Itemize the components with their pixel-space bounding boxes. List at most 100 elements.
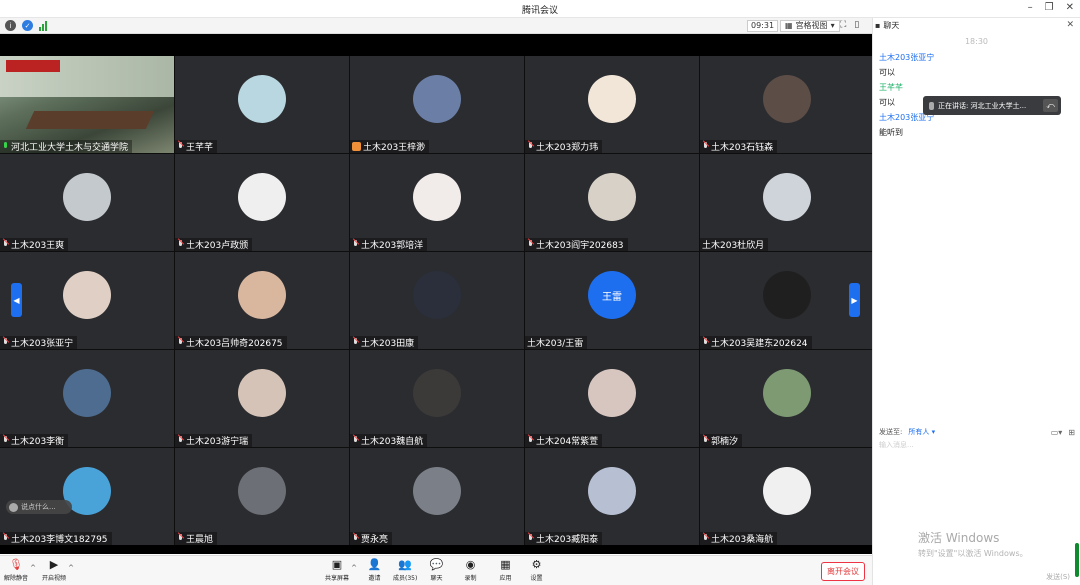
participant-tile[interactable]: 土木203石钰森 (700, 56, 874, 153)
members-button[interactable]: 👥 成员(35) (393, 558, 417, 582)
participant-name-tag: 土木203李博文182795 (0, 532, 112, 545)
prev-page-button[interactable]: ◀ (11, 283, 22, 317)
participant-tile[interactable]: 土木203臧阳泰 (525, 448, 699, 545)
scrollbar[interactable] (1075, 543, 1079, 577)
chevron-up-icon[interactable]: ^ (68, 564, 74, 572)
participant-name: 土木203阎宇202683 (536, 241, 624, 251)
participant-name: 土木203王爽 (11, 241, 65, 251)
fullscreen-icon[interactable]: ⛶ (840, 20, 846, 30)
screenshot-icon[interactable]: ⊞ (1068, 428, 1075, 437)
apps-button[interactable]: ▦ 应用 (499, 558, 512, 582)
participant-tile[interactable]: 王芊芊 (175, 56, 349, 153)
send-button[interactable]: 发送(S) (1046, 572, 1070, 582)
status-icons: i ✓ (5, 20, 50, 31)
chat-tools: ▭▾ ⊞ (1051, 428, 1075, 437)
info-icon[interactable]: i (5, 20, 16, 31)
unmute-button[interactable]: 🎙 解除静音 ^ (4, 558, 36, 582)
participant-name: 王晨旭 (186, 535, 214, 545)
avatar: 王雷 (588, 271, 636, 319)
participant-tile[interactable]: 土木203杜欣月 (700, 154, 874, 251)
quick-chat-bubble[interactable]: 说点什么... (6, 500, 72, 514)
members-label: 成员(35) (393, 575, 418, 582)
participant-tile[interactable]: 郭楠汐 (700, 350, 874, 447)
participant-grid: 河北工业大学土木与交通学院 王芊芊 土木203王梓渺 土木203郑力玮 土木203石钰森… (0, 56, 874, 545)
layout-icon[interactable]: ▯ (854, 20, 859, 30)
share-screen-icon: ▣ (331, 558, 343, 571)
leave-meeting-button[interactable]: 离开会议 (821, 562, 865, 581)
invite-button[interactable]: 👤 邀请 (368, 558, 382, 582)
file-icon[interactable]: ▭▾ (1051, 428, 1063, 437)
participant-tile[interactable]: 土木203田康 (350, 252, 524, 349)
chat-input[interactable]: 输入消息... (879, 440, 914, 450)
participant-tile[interactable]: 河北工业大学土木与交通学院 (0, 56, 174, 153)
participant-tile[interactable]: 土木203王梓渺 (350, 56, 524, 153)
restore-icon[interactable]: ❐ (1045, 2, 1054, 13)
collapse-icon[interactable]: ⤺ (1043, 99, 1058, 112)
mic-muted-icon (702, 436, 709, 445)
close-icon[interactable]: ✕ (1066, 20, 1074, 30)
shield-icon[interactable]: ✓ (22, 20, 33, 31)
mic-icon (2, 142, 9, 151)
participant-tile[interactable]: 土木203张亚宁 (0, 252, 174, 349)
participant-name-tag: 王晨旭 (175, 532, 218, 545)
participant-tile[interactable]: 土木203魏自航 (350, 350, 524, 447)
participant-tile[interactable]: 土木203桑海航 (700, 448, 874, 545)
participant-tile[interactable]: 土木203李衡 (0, 350, 174, 447)
avatar (588, 173, 636, 221)
participant-name: 土木203李衡 (11, 437, 65, 447)
participant-name-tag: 土木203桑海航 (700, 532, 778, 545)
participant-name: 土木203吴建东202624 (711, 339, 808, 349)
chat-sender: 土木203张亚宁 (879, 53, 935, 62)
participant-name-tag: 河北工业大学土木与交通学院 (0, 140, 133, 153)
avatar (763, 173, 811, 221)
chat-header: ▪ 聊天 ✕ (873, 18, 1080, 32)
next-page-button[interactable]: ▶ (849, 283, 860, 317)
send-to-select[interactable]: 所有人 ▾ (908, 427, 935, 437)
participant-tile[interactable]: 土木203吕帅奇202675 (175, 252, 349, 349)
chat-header-title: 聊天 (883, 20, 900, 30)
mic-muted-icon (2, 240, 9, 249)
send-to-value: 所有人 (908, 428, 930, 436)
mic-muted-icon (352, 534, 359, 543)
share-screen-button[interactable]: ▣ 共享屏幕 ^ (325, 558, 357, 582)
participant-tile[interactable]: 土木203阎宇202683 (525, 154, 699, 251)
start-video-button[interactable]: ▶ 开启视频 ^ (42, 558, 74, 582)
chevron-up-icon[interactable]: ^ (30, 564, 36, 572)
participant-tile[interactable]: 土木203卢政颁 (175, 154, 349, 251)
mic-muted-icon (702, 338, 709, 347)
avatar (413, 467, 461, 515)
participant-name: 土木204常紫萱 (536, 437, 599, 447)
participant-tile[interactable]: 土木203王爽 (0, 154, 174, 251)
participant-tile[interactable]: 王雷 土木203/王雷 (525, 252, 699, 349)
participant-name-tag: 土木203阎宇202683 (525, 238, 628, 251)
minimize-icon[interactable]: – (1028, 2, 1033, 13)
grid-icon: ▦ (785, 21, 793, 30)
close-icon[interactable]: ✕ (1066, 2, 1074, 13)
record-button[interactable]: ◉ 录制 (464, 558, 477, 582)
chat-label: 聊天 (430, 575, 443, 582)
participant-tile[interactable]: 土木203游宁瑞 (175, 350, 349, 447)
settings-label: 设置 (530, 575, 543, 582)
participant-tile[interactable]: 土木203郑力玮 (525, 56, 699, 153)
view-mode-button[interactable]: ▦ 宫格视图 ▾ (780, 20, 840, 32)
participant-name-tag: 贾永亮 (350, 532, 393, 545)
participant-name: 土木203杜欣月 (702, 241, 765, 251)
chevron-up-icon[interactable]: ^ (351, 564, 357, 572)
participant-tile[interactable]: 土木203吴建东202624 (700, 252, 874, 349)
speaking-text: 正在讲话: 河北工业大学土... (938, 101, 1027, 110)
participant-name: 土木203卢政颁 (186, 241, 249, 251)
participant-name: 郭楠汐 (711, 437, 739, 447)
participant-tile[interactable]: 王晨旭 (175, 448, 349, 545)
video-area: 河北工业大学土木与交通学院 王芊芊 土木203王梓渺 土木203郑力玮 土木203石钰森… (0, 34, 874, 554)
signal-icon[interactable] (39, 20, 50, 31)
participant-tile[interactable]: 土木203李博文182795 (0, 448, 174, 545)
mic-muted-icon (2, 338, 9, 347)
participant-name-tag: 土木203臧阳泰 (525, 532, 603, 545)
settings-button[interactable]: ⚙ 设置 (530, 558, 543, 582)
mic-muted-icon (702, 142, 709, 151)
chat-button[interactable]: 💬 聊天 (430, 558, 444, 582)
avatar (63, 173, 111, 221)
participant-tile[interactable]: 土木204常紫萱 (525, 350, 699, 447)
participant-tile[interactable]: 贾永亮 (350, 448, 524, 545)
participant-tile[interactable]: 土木203郭培洋 (350, 154, 524, 251)
